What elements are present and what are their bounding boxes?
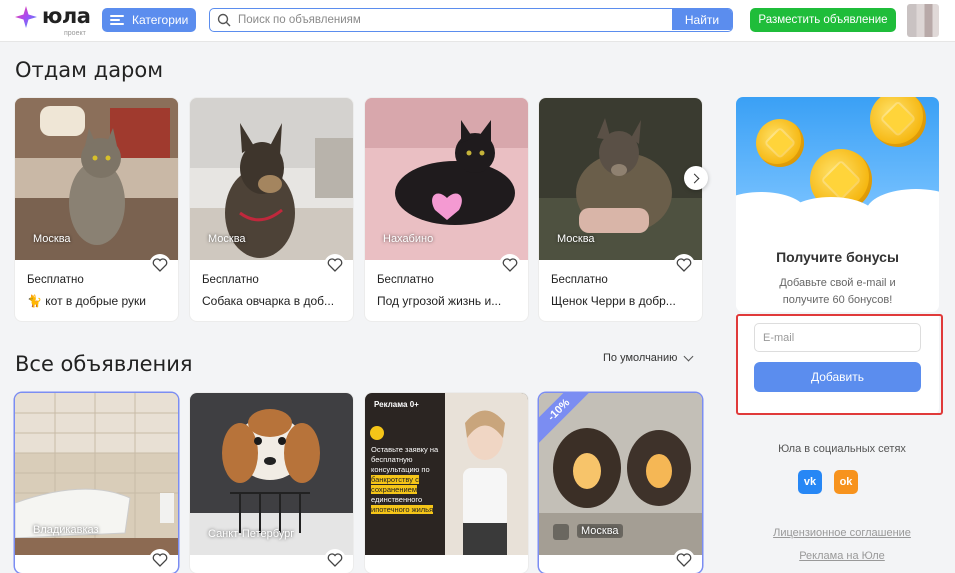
listing-card[interactable]: Владикавказ — [15, 393, 178, 573]
listing-city: Москва — [33, 233, 71, 245]
menu-icon — [110, 15, 124, 25]
ad-card[interactable]: Реклама 0+ Оставьте заявку на бесплатную… — [365, 393, 528, 573]
listing-card[interactable]: Санкт-Петербург — [190, 393, 353, 573]
license-link[interactable]: Лицензионное соглашение — [736, 527, 948, 539]
chevron-right-icon — [689, 173, 700, 183]
favorite-heart-icon[interactable] — [673, 254, 695, 276]
logo-subtitle: проект — [64, 30, 86, 37]
advertising-link[interactable]: Реклама на Юле — [736, 550, 948, 562]
listing-card[interactable]: Нахабино Бесплатно Под угрозой жизнь и..… — [365, 98, 528, 321]
sort-dropdown[interactable]: По умолчанию — [603, 351, 694, 364]
listing-city: Владикавказ — [33, 524, 99, 536]
bonus-banner — [736, 97, 939, 237]
coin-icon — [870, 97, 926, 147]
search-input[interactable] — [238, 9, 668, 30]
ad-text: Оставьте заявку на бесплатную консультац… — [371, 445, 443, 515]
coin-icon — [756, 119, 804, 167]
listing-card[interactable]: Москва Бесплатно 🐈 кот в добрые руки — [15, 98, 178, 321]
social-heading: Юла в социальных сетях — [778, 443, 906, 455]
ok-icon[interactable]: ok — [834, 470, 858, 494]
verified-shield-icon — [553, 524, 569, 540]
carousel-next-button[interactable] — [684, 166, 708, 190]
search-bar: Найти — [209, 8, 733, 32]
favorite-heart-icon[interactable] — [324, 254, 346, 276]
post-ad-button[interactable]: Разместить объявление — [750, 8, 896, 32]
giveaway-heading: Отдам даром — [15, 58, 164, 82]
favorite-heart-icon[interactable] — [499, 254, 521, 276]
listing-card[interactable]: Москва Бесплатно Щенок Черри в добр... — [539, 98, 702, 321]
vk-icon[interactable]: vk — [798, 470, 822, 494]
all-ads-heading: Все объявления — [15, 352, 193, 376]
favorite-heart-icon[interactable] — [149, 254, 171, 276]
logo-star-icon — [15, 6, 37, 28]
bonus-description: Добавьте свой e-mail и получите 60 бонус… — [779, 277, 896, 306]
listing-card[interactable]: -10% Москва — [539, 393, 702, 573]
ad-text-part: Оставьте заявку на бесплатную консультац… — [371, 445, 439, 474]
logo[interactable]: юла проект — [14, 3, 94, 39]
search-icon — [217, 13, 231, 27]
sort-label: По умолчанию — [603, 352, 678, 364]
listing-title[interactable]: Под угрозой жизнь и... — [377, 294, 522, 308]
categories-button[interactable]: Категории — [102, 8, 196, 32]
ad-highlight: ипотечного жилья — [371, 505, 434, 514]
listing-title[interactable]: 🐈 кот в добрые руки — [27, 294, 172, 308]
top-header: юла проект Категории Найти Разместить об… — [0, 0, 955, 42]
listing-price: Бесплатно — [377, 274, 434, 286]
chevron-down-icon — [683, 351, 694, 361]
listing-price: Бесплатно — [551, 274, 608, 286]
listing-city: Москва — [557, 233, 595, 245]
ad-text-part: единственного — [371, 495, 423, 504]
listing-price: Бесплатно — [27, 274, 84, 286]
favorite-heart-icon[interactable] — [149, 549, 171, 571]
avatar[interactable] — [907, 4, 939, 37]
listing-city: Санкт-Петербург — [208, 528, 295, 540]
logo-text: юла — [42, 4, 91, 28]
highlight-box — [736, 314, 943, 415]
listing-title[interactable]: Щенок Черри в добр... — [551, 294, 696, 308]
listing-title[interactable]: Собака овчарка в доб... — [202, 294, 347, 308]
listing-price: Бесплатно — [202, 274, 259, 286]
search-button[interactable]: Найти — [672, 9, 732, 30]
favorite-heart-icon[interactable] — [673, 549, 695, 571]
favorite-heart-icon[interactable] — [324, 549, 346, 571]
bonus-title: Получите бонусы — [776, 249, 899, 265]
listing-city: Москва — [577, 524, 623, 538]
bonus-panel: Получите бонусы Добавьте свой e-mail и п… — [736, 97, 939, 312]
listing-city: Москва — [208, 233, 246, 245]
categories-label: Категории — [132, 13, 189, 27]
listing-card[interactable]: Москва Бесплатно Собака овчарка в доб... — [190, 98, 353, 321]
listing-city: Нахабино — [383, 233, 434, 245]
ad-age-label: Реклама 0+ — [374, 400, 419, 409]
ad-highlight: банкротству с сохранением — [371, 475, 419, 494]
